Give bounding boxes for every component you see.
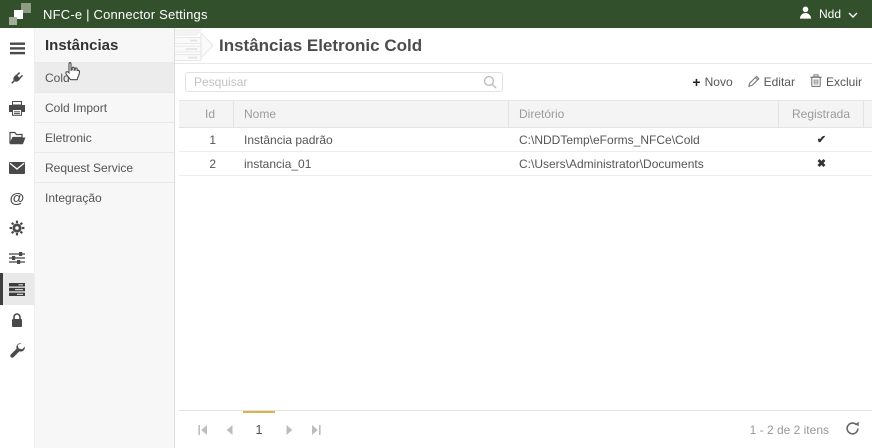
x-icon: ✖ [816, 158, 827, 170]
table-row[interactable]: 2 instancia_01 C:\Users\Administrator\Do… [179, 152, 872, 176]
icon-rail: @ [0, 28, 35, 448]
column-header-id[interactable]: Id [179, 101, 234, 127]
sidebar-item-cold-import[interactable]: Cold Import [35, 92, 174, 122]
novo-label: Novo [704, 75, 733, 89]
at-icon[interactable]: @ [0, 183, 34, 213]
excluir-button[interactable]: Excluir [810, 74, 862, 90]
topbar: NFC-e | Connector Settings Ndd [0, 0, 872, 28]
search-box [185, 72, 503, 92]
sidebar-item-cold[interactable]: Cold [35, 62, 174, 92]
menu-icon[interactable] [0, 33, 34, 63]
page-title: Instâncias Eletronic Cold [219, 35, 423, 55]
pager: 1 1 - 2 de 2 itens [179, 410, 872, 448]
instances-watermark-icon [175, 29, 217, 63]
sidebar-item-eletronic[interactable]: Eletronic [35, 122, 174, 152]
editar-label: Editar [763, 75, 795, 89]
cell-nome: instancia_01 [244, 156, 312, 171]
sidebar-title: Instâncias [45, 37, 119, 54]
current-page-indicator [243, 411, 275, 413]
user-icon [799, 6, 812, 22]
first-page-button[interactable] [189, 417, 216, 443]
trash-icon [810, 74, 822, 90]
gear-icon[interactable] [0, 213, 34, 243]
table-row[interactable]: 1 Instância padrão C:\NDDTemp\eForms_NFC… [179, 128, 872, 152]
column-header-diretorio[interactable]: Diretório [509, 101, 779, 127]
cell-id: 2 [209, 156, 216, 171]
sliders-icon[interactable] [0, 243, 34, 273]
plus-icon: + [692, 74, 701, 90]
excluir-label: Excluir [825, 75, 862, 89]
search-icon[interactable] [483, 75, 497, 94]
app-title: NFC-e | Connector Settings [43, 6, 208, 22]
sidebar: Instâncias Cold Cold Import Eletronic Re… [35, 28, 175, 448]
page-header: Instâncias Eletronic Cold [175, 28, 872, 64]
sidebar-item-integracao[interactable]: Integração [35, 182, 174, 212]
cell-diretorio: C:\NDDTemp\eForms_NFCe\Cold [519, 132, 700, 147]
cell-diretorio: C:\Users\Administrator\Documents [519, 156, 704, 171]
column-header-registrada[interactable]: Registrada [779, 101, 864, 127]
user-name: Ndd [818, 7, 841, 21]
instances-grid: Id Nome Diretório Registrada 1 Instância… [179, 100, 872, 448]
printer-icon[interactable] [0, 93, 34, 123]
page-number[interactable]: 1 [243, 422, 275, 437]
column-header-nome[interactable]: Nome [234, 101, 509, 127]
next-page-button[interactable] [275, 417, 302, 443]
cell-nome: Instância padrão [244, 132, 333, 147]
sidebar-item-request-service[interactable]: Request Service [35, 152, 174, 182]
chevron-down-icon [848, 7, 858, 21]
check-icon: ✔ [816, 134, 827, 146]
lock-icon[interactable] [0, 305, 34, 335]
mail-icon[interactable] [0, 153, 34, 183]
pager-info: 1 - 2 de 2 itens [749, 422, 829, 437]
user-menu[interactable]: Ndd [799, 6, 858, 22]
grid-header: Id Nome Diretório Registrada [179, 101, 872, 128]
edit-icon [747, 75, 760, 90]
toolbar: + Novo Editar Excluir [175, 64, 872, 100]
novo-button[interactable]: + Novo [692, 74, 732, 90]
cell-id: 1 [209, 132, 216, 147]
last-page-button[interactable] [302, 417, 329, 443]
wrench-icon[interactable] [0, 335, 34, 365]
editar-button[interactable]: Editar [747, 74, 795, 90]
queue-icon[interactable] [0, 273, 34, 305]
folder-open-icon[interactable] [0, 123, 34, 153]
refresh-icon[interactable] [845, 421, 860, 439]
main-content: Instâncias Eletronic Cold + Novo Edita [175, 28, 872, 448]
plug-icon[interactable] [0, 63, 34, 93]
search-input[interactable] [185, 72, 503, 92]
prev-page-button[interactable] [216, 417, 243, 443]
app-logo-icon [9, 3, 31, 25]
